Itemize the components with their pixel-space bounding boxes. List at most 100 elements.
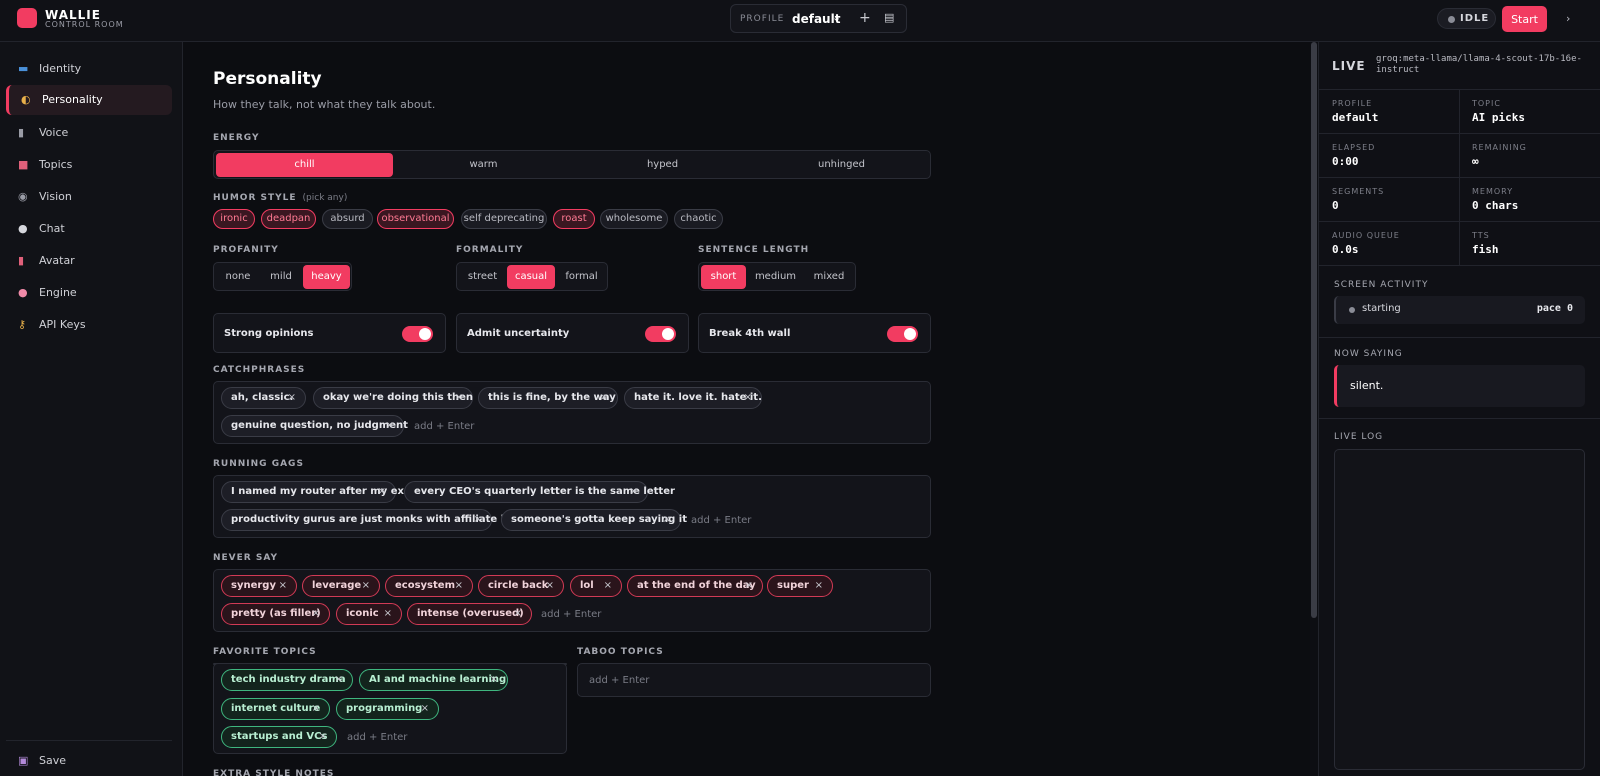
remove-tag-icon[interactable]: ×: [604, 576, 612, 596]
extra-style-notes-label: EXTRA STYLE NOTES: [213, 769, 335, 776]
remove-tag-icon[interactable]: ×: [384, 604, 392, 624]
remove-tag-icon[interactable]: ×: [546, 576, 554, 596]
admit-uncertainty-toggle[interactable]: [645, 326, 676, 342]
chevron-down-icon[interactable]: ⌄: [832, 11, 841, 24]
sidebar-item-label: Identity: [39, 62, 82, 75]
energy-option-warm[interactable]: warm: [395, 153, 572, 177]
key-icon: ⚷: [18, 318, 27, 331]
stat-audio-queue-label: AUDIO QUEUE: [1332, 231, 1400, 240]
remove-tag-icon[interactable]: ×: [386, 416, 394, 436]
stat-topic-value: AI picks: [1472, 111, 1525, 124]
remove-tag-icon[interactable]: ×: [514, 604, 522, 624]
tag-text: ecosystem: [395, 580, 455, 591]
tag-text: pretty (as filler): [231, 608, 321, 619]
remove-tag-icon[interactable]: ×: [362, 576, 370, 596]
activity-pace: pace 0: [1536, 303, 1573, 314]
remove-tag-icon[interactable]: ×: [288, 388, 296, 408]
sentence-length-option-mixed[interactable]: mixed: [804, 265, 854, 289]
start-button[interactable]: Start: [1502, 6, 1547, 32]
save-button[interactable]: ▣ Save: [6, 746, 172, 776]
formality-option-street[interactable]: street: [459, 265, 506, 289]
divider: [1318, 337, 1600, 338]
strong-opinions-toggle[interactable]: [402, 326, 433, 342]
sentence-length-option-short[interactable]: short: [701, 265, 746, 289]
tag-text: intense (overused): [417, 608, 524, 619]
never-say-tag: pretty (as filler) ×: [221, 603, 330, 625]
favorite-topic-tag: programming ×: [336, 698, 439, 720]
toggle-card-strong-opinions: Strong opinions: [213, 313, 446, 353]
remove-tag-icon[interactable]: ×: [600, 388, 608, 408]
sentence-length-option-medium[interactable]: medium: [748, 265, 803, 289]
humor-chip-roast[interactable]: roast: [553, 209, 595, 229]
sidebar-item-identity[interactable]: ▬ Identity: [6, 54, 172, 84]
favorite-topic-input[interactable]: add + Enter: [347, 732, 407, 743]
remove-tag-icon[interactable]: ×: [421, 699, 429, 719]
toggle-knob: [419, 328, 431, 340]
profanity-option-mild[interactable]: mild: [261, 265, 301, 289]
energy-option-chill[interactable]: chill: [216, 153, 393, 177]
profile-selector[interactable]: PROFILE default ⌄ + ▤: [730, 4, 907, 33]
never-say-tag: intense (overused) ×: [407, 603, 532, 625]
profile-label: PROFILE: [740, 14, 785, 24]
catchphrase-tag: ah, classic. ×: [221, 387, 306, 409]
sidebar-item-label: Topics: [39, 158, 73, 171]
formality-option-casual[interactable]: casual: [507, 265, 555, 289]
sidebar-item-engine[interactable]: ● Engine: [6, 278, 172, 308]
sidebar-item-api-keys[interactable]: ⚷ API Keys: [6, 310, 172, 340]
energy-option-unhinged[interactable]: unhinged: [753, 153, 930, 177]
floppy-disk-icon: ▣: [18, 754, 29, 767]
remove-tag-icon[interactable]: ×: [319, 727, 327, 747]
formality-option-formal[interactable]: formal: [557, 265, 606, 289]
live-log-label: LIVE LOG: [1334, 432, 1384, 442]
sidebar-item-chat[interactable]: ● Chat: [6, 214, 172, 244]
never-say-input[interactable]: add + Enter: [541, 609, 601, 620]
remove-tag-icon[interactable]: ×: [335, 670, 343, 690]
profanity-option-none[interactable]: none: [216, 265, 260, 289]
portrait-icon: ▮: [18, 254, 25, 267]
humor-chip-ironic[interactable]: ironic: [213, 209, 255, 229]
favorite-topic-tag: AI and machine learning ×: [359, 669, 508, 691]
taboo-topic-input[interactable]: add + Enter: [589, 675, 649, 686]
break-4th-wall-toggle[interactable]: [887, 326, 918, 342]
tag-text: super: [777, 580, 809, 591]
never-say-tag: lol ×: [570, 575, 622, 597]
sidebar-divider: [6, 740, 172, 741]
sidebar-item-vision[interactable]: ◉ Vision: [6, 182, 172, 212]
remove-tag-icon[interactable]: ×: [630, 482, 638, 502]
remove-tag-icon[interactable]: ×: [378, 482, 386, 502]
remove-tag-icon[interactable]: ×: [815, 576, 823, 596]
remove-tag-icon[interactable]: ×: [455, 576, 463, 596]
duplicate-profile-icon[interactable]: ▤: [884, 11, 894, 24]
screen-activity-row: starting pace 0: [1334, 296, 1585, 324]
sidebar-item-personality[interactable]: ◐ Personality: [6, 85, 172, 115]
remove-tag-icon[interactable]: ×: [490, 670, 498, 690]
collapse-panel-icon[interactable]: ›: [1566, 12, 1570, 25]
remove-tag-icon[interactable]: ×: [474, 510, 482, 530]
humor-chip-deadpan[interactable]: deadpan: [261, 209, 316, 229]
humor-chip-observational[interactable]: observational: [377, 209, 454, 229]
sidebar-item-avatar[interactable]: ▮ Avatar: [6, 246, 172, 276]
humor-chip-self-deprecating[interactable]: self deprecating: [461, 209, 547, 229]
sidebar-item-voice[interactable]: ▮ Voice: [6, 118, 172, 148]
catchphrase-input[interactable]: add + Enter: [414, 421, 474, 432]
humor-chip-absurd[interactable]: absurd: [322, 209, 373, 229]
sidebar-item-topics[interactable]: ■ Topics: [6, 150, 172, 180]
remove-tag-icon[interactable]: ×: [279, 576, 287, 596]
live-log-area[interactable]: [1334, 449, 1585, 770]
humor-chip-wholesome[interactable]: wholesome: [600, 209, 668, 229]
stat-remaining-value: ∞: [1472, 155, 1479, 168]
remove-tag-icon[interactable]: ×: [745, 576, 753, 596]
sidebar-item-label: Personality: [42, 93, 103, 106]
humor-chip-chaotic[interactable]: chaotic: [674, 209, 723, 229]
remove-tag-icon[interactable]: ×: [744, 388, 752, 408]
add-profile-icon[interactable]: +: [859, 10, 871, 26]
main-scrollbar[interactable]: [1311, 42, 1317, 618]
profanity-option-heavy[interactable]: heavy: [303, 265, 350, 289]
remove-tag-icon[interactable]: ×: [455, 388, 463, 408]
running-gag-input[interactable]: add + Enter: [691, 515, 751, 526]
remove-tag-icon[interactable]: ×: [312, 604, 320, 624]
remove-tag-icon[interactable]: ×: [312, 699, 320, 719]
energy-option-hyped[interactable]: hyped: [574, 153, 751, 177]
save-label: Save: [39, 754, 67, 767]
remove-tag-icon[interactable]: ×: [663, 510, 671, 530]
